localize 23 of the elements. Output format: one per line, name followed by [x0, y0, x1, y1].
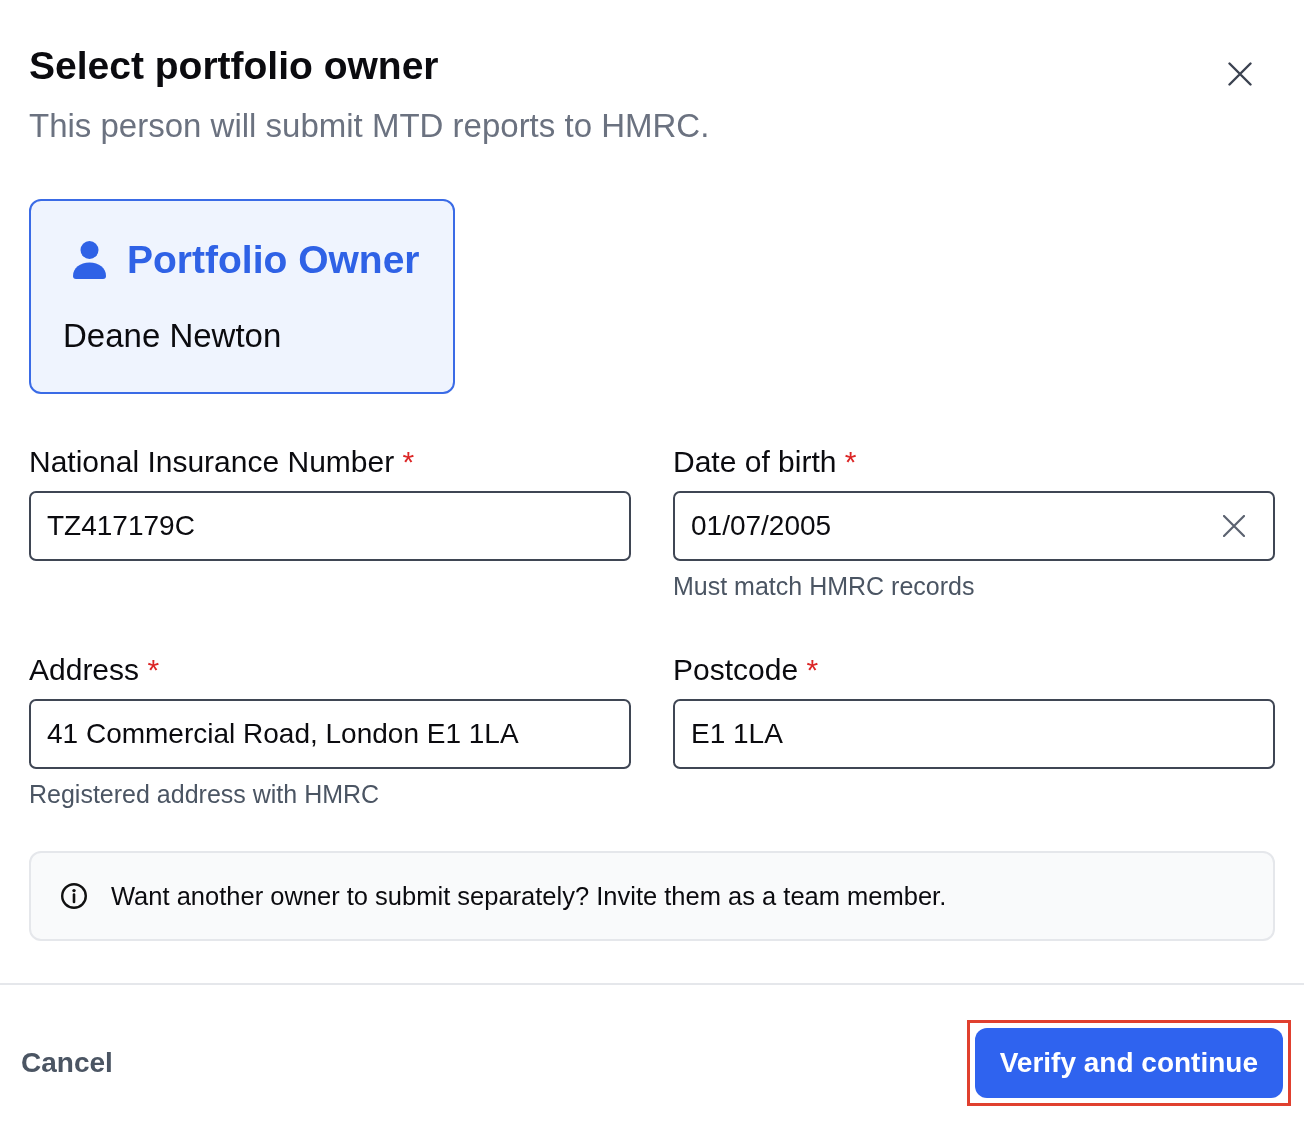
hint-text: Registered address with HMRC	[29, 779, 380, 809]
field-label: National Insurance Number *	[29, 445, 415, 479]
cancel-button[interactable]: Cancel	[21, 1046, 113, 1080]
input-field[interactable]: TZ417179C	[29, 491, 631, 561]
input-field[interactable]: 41 Commercial Road, London E1 1LA	[29, 699, 631, 769]
clear-button[interactable]	[1223, 515, 1245, 537]
clear-icon	[1223, 515, 1245, 537]
input-field[interactable]: 01/07/2005	[673, 491, 1275, 561]
hint-text: Must match HMRC records	[673, 571, 975, 601]
info-icon	[61, 883, 87, 909]
person-icon	[73, 241, 106, 279]
field-label: Postcode *	[673, 653, 819, 687]
info-text: Want another owner to submit separately? Invite them as a team member.	[111, 881, 947, 911]
owner-card[interactable]: Portfolio Owner Deane Newton	[29, 199, 455, 394]
field-label: Date of birth *	[673, 445, 857, 479]
owner-name: Deane Newton	[63, 317, 282, 355]
field-label: Address *	[29, 653, 160, 687]
close-icon	[1228, 62, 1252, 86]
input-field[interactable]: E1 1LA	[673, 699, 1275, 769]
continue-button[interactable]: Verify and continue	[974, 1028, 1283, 1098]
dialog-subtitle: This person will submit MTD reports to HMRC.	[29, 107, 710, 145]
dialog-title: Select portfolio owner	[29, 43, 439, 89]
card-title: Portfolio Owner	[127, 237, 420, 283]
